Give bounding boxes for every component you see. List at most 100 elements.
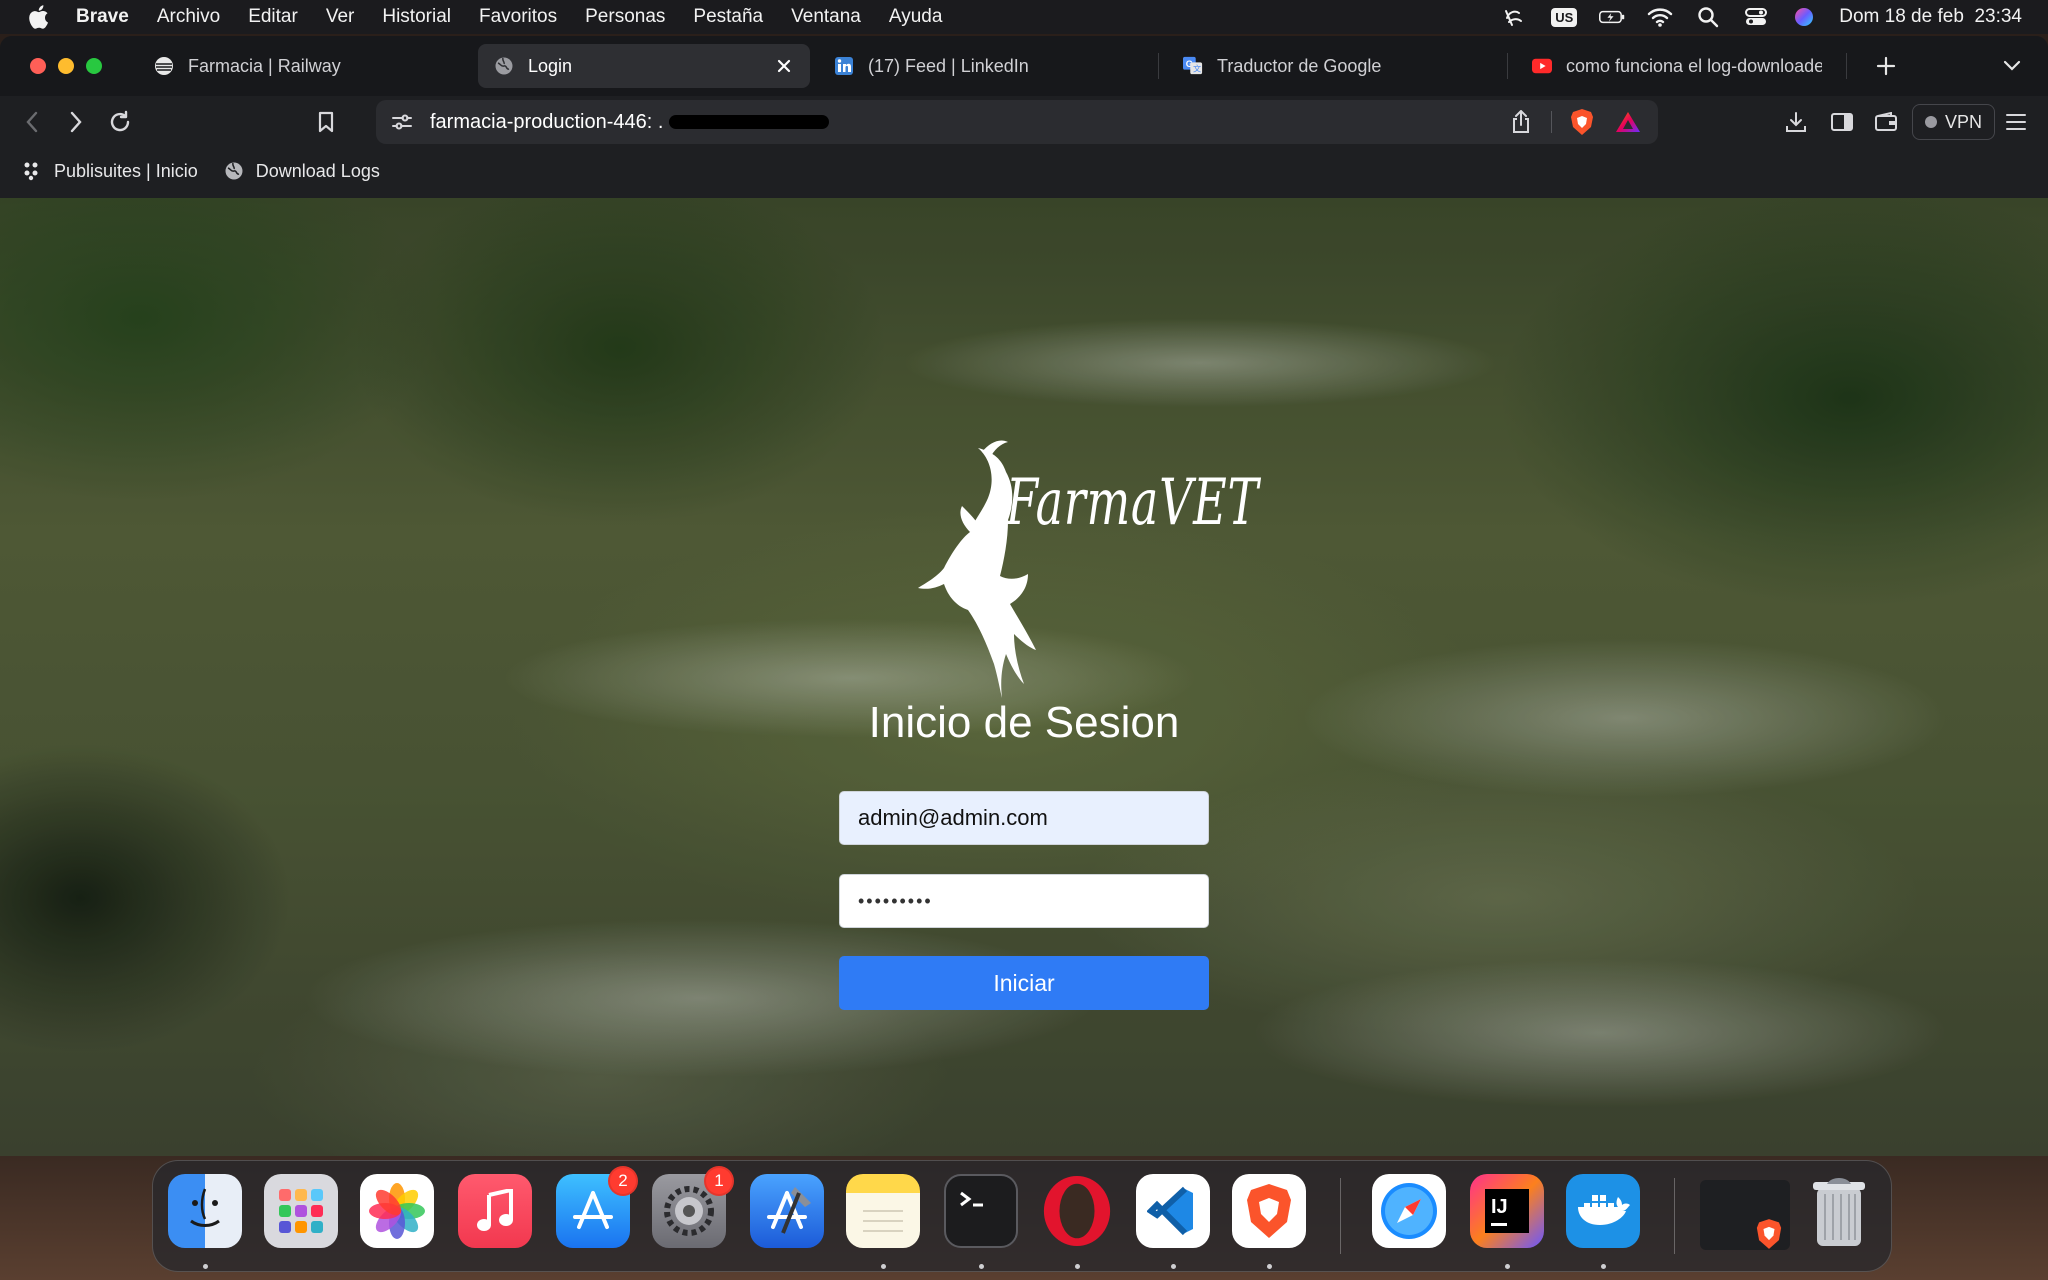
redacted-url-bar: [669, 115, 830, 129]
menu-app-name[interactable]: Brave: [76, 6, 129, 28]
svg-text:文: 文: [1193, 63, 1201, 73]
dock-notes-icon[interactable]: [846, 1174, 920, 1248]
tab-farmacia-railway[interactable]: Farmacia | Railway: [138, 44, 470, 88]
menu-ayuda[interactable]: Ayuda: [889, 6, 943, 28]
fullscreen-window-button[interactable]: [86, 58, 102, 74]
tab-separator: [1158, 53, 1159, 79]
wallet-icon[interactable]: [1870, 106, 1902, 138]
dock-terminal-icon[interactable]: [944, 1174, 1018, 1248]
tab-list-chevron-down-icon[interactable]: [2000, 54, 2024, 78]
share-icon[interactable]: [1505, 106, 1537, 138]
back-chevron-icon[interactable]: [16, 106, 48, 138]
app-store-badge: 2: [608, 1166, 638, 1196]
dock-separator: [1340, 1178, 1341, 1254]
menu-hamburger-icon[interactable]: [2000, 106, 2032, 138]
site-settings-icon[interactable]: [390, 106, 414, 138]
close-window-button[interactable]: [30, 58, 46, 74]
address-bar[interactable]: farmacia-production-446: .: [376, 100, 1658, 144]
bookmark-icon[interactable]: [310, 106, 342, 138]
wifi-icon[interactable]: [1647, 6, 1673, 28]
dock-opera-icon[interactable]: [1040, 1174, 1114, 1248]
spotlight-search-icon[interactable]: [1695, 6, 1721, 28]
dock-app-store-icon[interactable]: 2: [556, 1166, 638, 1248]
railway-icon: [154, 56, 174, 76]
menu-ventana[interactable]: Ventana: [791, 6, 861, 28]
dock-brave-icon[interactable]: [1232, 1174, 1306, 1248]
menu-bar: Brave Archivo Editar Ver Historial Favor…: [0, 0, 2048, 34]
bookmark-label: Download Logs: [255, 160, 380, 181]
siri-icon[interactable]: [1791, 6, 1817, 28]
downloads-icon[interactable]: [1780, 106, 1812, 138]
control-center-icon[interactable]: [1743, 6, 1769, 28]
reload-icon[interactable]: [104, 106, 136, 138]
minimize-window-button[interactable]: [58, 58, 74, 74]
tab-google-translate[interactable]: G文 Traductor de Google: [1167, 44, 1499, 88]
menu-ver[interactable]: Ver: [326, 6, 355, 28]
dock-vscode-icon[interactable]: [1136, 1174, 1210, 1248]
tab-login[interactable]: Login: [478, 44, 810, 88]
bookmark-download-logs[interactable]: Download Logs: [224, 161, 380, 182]
bookmark-publisuites[interactable]: Publisuites | Inicio: [22, 161, 198, 182]
menu-archivo[interactable]: Archivo: [157, 6, 220, 28]
menu-pestana[interactable]: Pestaña: [693, 6, 763, 28]
google-translate-icon: G文: [1183, 56, 1203, 76]
tab-youtube[interactable]: como funciona el log-downloader: [1516, 44, 1838, 88]
input-source-badge[interactable]: US: [1551, 7, 1578, 27]
menu-personas[interactable]: Personas: [585, 6, 665, 28]
youtube-icon: [1532, 56, 1552, 76]
dock-music-icon[interactable]: [458, 1174, 532, 1248]
dock-running-indicator: [1505, 1264, 1510, 1269]
dock-running-indicator: [203, 1264, 208, 1269]
sidebar-toggle-icon[interactable]: [1826, 106, 1858, 138]
email-input[interactable]: admin@admin.com: [839, 791, 1209, 845]
battery-charging-icon[interactable]: [1599, 6, 1625, 28]
tab-label: Login: [528, 55, 573, 76]
dock-photos-icon[interactable]: [360, 1174, 434, 1248]
vpn-label: VPN: [1945, 111, 1983, 132]
dock-trash-icon[interactable]: [1802, 1174, 1876, 1248]
url-divider: [1551, 111, 1552, 133]
stage-manager-icon[interactable]: [1503, 6, 1529, 28]
dock-running-indicator: [1171, 1264, 1176, 1269]
dock-brave-window-thumbnail[interactable]: [1700, 1180, 1790, 1250]
vpn-button[interactable]: VPN: [1912, 104, 1996, 140]
globe-icon: [224, 161, 244, 181]
close-tab-icon[interactable]: [774, 56, 794, 76]
settings-badge: 1: [704, 1166, 734, 1196]
login-title: Inicio de Sesion: [868, 698, 1180, 747]
window-controls: [30, 58, 102, 74]
publisuites-icon: [22, 161, 42, 181]
login-submit-button[interactable]: Iniciar: [839, 956, 1209, 1010]
menu-bar-clock[interactable]: Dom 18 de feb 23:34: [1839, 6, 2022, 28]
password-input[interactable]: •••••••••: [839, 874, 1209, 928]
vpn-status-icon: [1925, 116, 1937, 128]
tab-linkedin[interactable]: (17) Feed | LinkedIn: [818, 44, 1150, 88]
new-tab-plus-icon[interactable]: [1871, 51, 1901, 81]
dock-separator: [1674, 1178, 1675, 1254]
tab-label: como funciona el log-downloader: [1566, 55, 1822, 76]
brave-shields-icon[interactable]: [1566, 106, 1598, 138]
dock-intellij-icon[interactable]: IJ: [1470, 1174, 1544, 1248]
forward-chevron-icon[interactable]: [60, 106, 92, 138]
tab-label: Traductor de Google: [1217, 55, 1382, 76]
dock-launchpad-icon[interactable]: [264, 1174, 338, 1248]
brave-rewards-icon[interactable]: [1612, 106, 1644, 138]
menu-bar-status: US Dom 18 de feb 23:34: [1503, 6, 2022, 28]
browser-toolbar: farmacia-production-446: . VPN: [0, 96, 2048, 148]
menu-favoritos[interactable]: Favoritos: [479, 6, 557, 28]
dock-running-indicator: [881, 1264, 886, 1269]
dock-xcode-icon[interactable]: [750, 1174, 824, 1248]
menu-historial[interactable]: Historial: [382, 6, 451, 28]
bookmarks-bar: Publisuites | Inicio Download Logs: [0, 148, 2048, 194]
linkedin-icon: [834, 56, 854, 76]
apple-icon[interactable]: [24, 3, 52, 31]
svg-text:IJ: IJ: [1491, 1196, 1508, 1218]
tab-bar: Farmacia | Railway Login (17) Feed | Lin…: [0, 36, 2048, 96]
url-text[interactable]: farmacia-production-446: .: [430, 111, 663, 134]
bookmark-label: Publisuites | Inicio: [54, 160, 198, 181]
dock-safari-icon[interactable]: [1372, 1174, 1446, 1248]
menu-editar[interactable]: Editar: [248, 6, 298, 28]
dock-finder-icon[interactable]: [168, 1174, 242, 1248]
dock-docker-icon[interactable]: [1566, 1174, 1640, 1248]
dock-settings-icon[interactable]: 1: [652, 1166, 734, 1248]
